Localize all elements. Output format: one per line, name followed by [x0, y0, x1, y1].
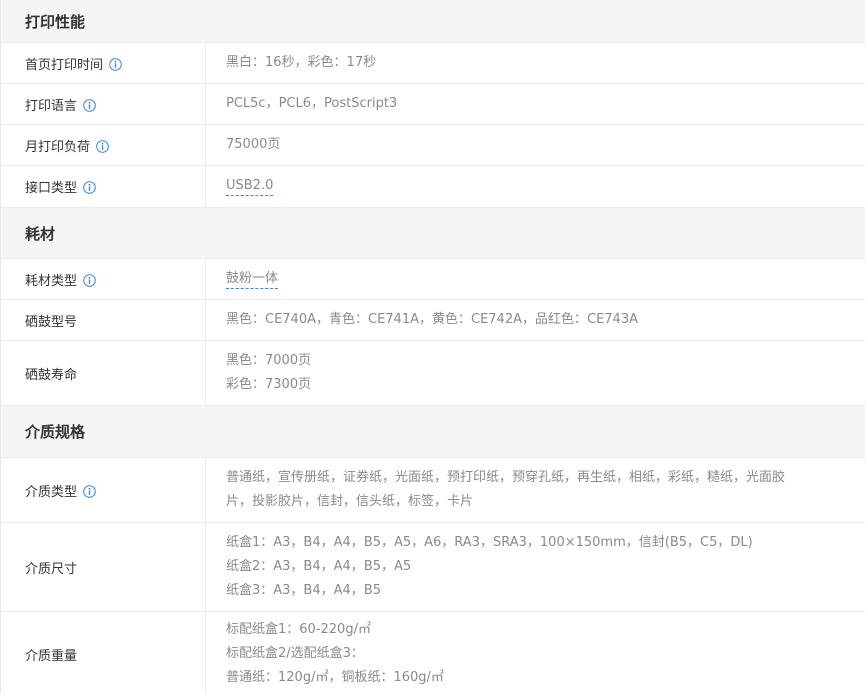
spec-value: 黑色：7000页 彩色：7300页 — [206, 341, 865, 405]
spec-label-text: 硒鼓寿命 — [25, 367, 78, 383]
spec-label: 首页打印时间 — [1, 43, 206, 83]
spec-row-media-weight: 介质重量 标配纸盒1：60-220g/㎡ 标配纸盒2/选配纸盒3： 普通纸：12… — [1, 612, 865, 693]
info-icon[interactable] — [83, 484, 96, 498]
section-header-media-specs: 介质规格 — [1, 406, 865, 458]
spec-value-line: 彩色：7300页 — [226, 377, 312, 392]
spec-value-line: 纸盒2：A3，B4，A4，B5，A5 — [226, 559, 412, 574]
spec-value-line: 片，投影胶片，信封，信头纸，标签，卡片 — [226, 494, 474, 509]
spec-value: 普通纸，宣传册纸，证券纸，光面纸，预打印纸，预穿孔纸，再生纸，相纸，彩纸，糙纸，… — [206, 458, 865, 522]
spec-label-text: 耗材类型 — [25, 273, 78, 289]
section-header-consumables: 耗材 — [1, 208, 865, 259]
spec-row-media-size: 介质尺寸 纸盒1：A3，B4，A4，B5，A5，A6，RA3，SRA3，100×… — [1, 523, 865, 612]
spec-value-line: 普通纸，宣传册纸，证券纸，光面纸，预打印纸，预穿孔纸，再生纸，相纸，彩纸，糙纸，… — [226, 470, 786, 485]
spec-label: 月打印负荷 — [1, 125, 206, 165]
spec-value-link[interactable]: USB2.0 — [226, 177, 274, 196]
spec-value-line: 标配纸盒2/选配纸盒3： — [226, 646, 364, 661]
spec-value-line: 75000页 — [226, 137, 281, 152]
spec-value-line: 黑色：7000页 — [226, 353, 312, 368]
spec-label-text: 介质重量 — [25, 648, 78, 664]
info-icon[interactable] — [96, 139, 109, 153]
spec-row-first-page-time: 首页打印时间 黑白：16秒，彩色：17秒 — [1, 43, 865, 84]
spec-label: 打印语言 — [1, 84, 206, 124]
spec-value-line: 纸盒3：A3，B4，A4，B5 — [226, 583, 381, 598]
section-title: 打印性能 — [25, 12, 86, 31]
spec-label-text: 介质类型 — [25, 484, 78, 500]
spec-label: 介质尺寸 — [1, 523, 206, 611]
spec-label-text: 硒鼓型号 — [25, 314, 78, 330]
spec-value: 黑色：CE740A，青色：CE741A，黄色：CE742A，品红色：CE743A — [206, 300, 865, 340]
spec-value: 鼓粉一体 — [206, 259, 865, 299]
spec-label: 硒鼓型号 — [1, 300, 206, 340]
spec-label-text: 打印语言 — [25, 98, 78, 114]
spec-value: 标配纸盒1：60-220g/㎡ 标配纸盒2/选配纸盒3： 普通纸：120g/㎡，… — [206, 612, 865, 693]
spec-value: 纸盒1：A3，B4，A4，B5，A5，A6，RA3，SRA3，100×150mm… — [206, 523, 865, 611]
spec-row-interface-type: 接口类型 USB2.0 — [1, 166, 865, 208]
info-icon[interactable] — [109, 57, 122, 71]
spec-value-line: 黑色：CE740A，青色：CE741A，黄色：CE742A，品红色：CE743A — [226, 312, 638, 327]
spec-row-print-language: 打印语言 PCL5c，PCL6，PostScript3 — [1, 84, 865, 125]
spec-row-cartridge-model: 硒鼓型号 黑色：CE740A，青色：CE741A，黄色：CE742A，品红色：C… — [1, 300, 865, 341]
spec-label: 耗材类型 — [1, 259, 206, 299]
spec-value-line: 黑白：16秒，彩色：17秒 — [226, 55, 377, 70]
info-icon[interactable] — [83, 181, 96, 194]
spec-row-consumable-type: 耗材类型 鼓粉一体 — [1, 259, 865, 300]
info-icon[interactable] — [83, 273, 96, 287]
spec-value-link[interactable]: 鼓粉一体 — [226, 270, 279, 289]
spec-value-line: PCL5c，PCL6，PostScript3 — [226, 96, 398, 111]
spec-label: 介质类型 — [1, 458, 206, 522]
spec-label-text: 接口类型 — [25, 181, 78, 196]
spec-value: 黑白：16秒，彩色：17秒 — [206, 43, 865, 83]
spec-value: 75000页 — [206, 125, 865, 165]
section-title: 介质规格 — [25, 423, 86, 441]
spec-label: 接口类型 — [1, 166, 206, 207]
spec-label-text: 月打印负荷 — [25, 139, 91, 155]
spec-row-media-type: 介质类型 普通纸，宣传册纸，证券纸，光面纸，预打印纸，预穿孔纸，再生纸，相纸，彩… — [1, 458, 865, 523]
spec-label-text: 首页打印时间 — [25, 57, 104, 73]
spec-label: 介质重量 — [1, 612, 206, 693]
spec-row-monthly-duty: 月打印负荷 75000页 — [1, 125, 865, 166]
spec-value-line: 纸盒1：A3，B4，A4，B5，A5，A6，RA3，SRA3，100×150mm… — [226, 535, 753, 550]
spec-value: PCL5c，PCL6，PostScript3 — [206, 84, 865, 124]
spec-label: 硒鼓寿命 — [1, 341, 206, 405]
section-header-print-performance: 打印性能 — [1, 0, 865, 43]
spec-value-line: 普通纸：120g/㎡，铜板纸：160g/㎡ — [226, 670, 444, 685]
spec-table: 打印性能 首页打印时间 黑白：16秒，彩色：17秒 打印语言 PCL5c，PCL… — [0, 0, 865, 693]
info-icon[interactable] — [83, 98, 96, 112]
spec-label-text: 介质尺寸 — [25, 561, 78, 577]
spec-value-line: 标配纸盒1：60-220g/㎡ — [226, 622, 371, 637]
spec-value: USB2.0 — [206, 166, 865, 207]
section-title: 耗材 — [25, 224, 56, 243]
spec-row-cartridge-life: 硒鼓寿命 黑色：7000页 彩色：7300页 — [1, 341, 865, 406]
